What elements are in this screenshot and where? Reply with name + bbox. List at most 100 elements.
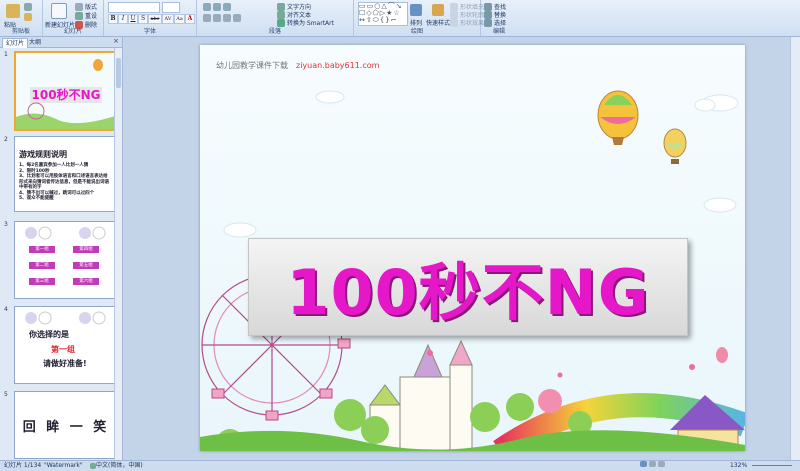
reset-label: 重设 — [85, 13, 98, 20]
slide-number: 4 — [4, 306, 8, 313]
thumb-5-title: 回 眸 一 笑 — [22, 420, 110, 435]
slides-pane: 幻灯片 大纲 × 1 100秒不NG 2 游戏规则说明 1、每2名嘉宾参加一人比… — [0, 37, 123, 460]
title-textbox[interactable]: 100秒不NG — [248, 238, 688, 336]
group-label-slides: 幻灯片 — [63, 28, 82, 35]
slide-thumb-frame[interactable]: 回 眸 一 笑 — [14, 391, 116, 459]
shadow-button[interactable]: S — [138, 14, 148, 24]
font-color-button[interactable]: A — [185, 14, 195, 24]
align-left-icon — [203, 14, 211, 22]
align-center-icon — [213, 14, 221, 22]
group-chip: 第一组 — [29, 246, 55, 253]
italic-button[interactable]: I — [118, 14, 128, 24]
new-slide-icon[interactable] — [51, 3, 67, 19]
sorter-view-icon[interactable] — [648, 461, 656, 467]
group-label-font: 字体 — [143, 28, 156, 35]
rule-line: 5、观众不能提醒 — [19, 196, 54, 201]
layout-icon — [75, 2, 83, 11]
layout-label: 版式 — [85, 4, 98, 11]
thumb-1-title: 100秒不NG — [31, 88, 101, 102]
group-chip: 第五组 — [73, 262, 99, 269]
slide-title: 100秒不NG — [286, 256, 650, 329]
quick-styles-button[interactable]: 快速样式 — [426, 4, 450, 27]
group-chip: 第二组 — [29, 262, 55, 269]
align-right-icon — [223, 14, 231, 22]
slide-number: 2 — [4, 136, 8, 143]
paste-icon[interactable] — [6, 4, 20, 18]
brush-icon — [24, 13, 32, 21]
justify-icon — [233, 14, 241, 22]
slideshow-view-icon[interactable] — [657, 461, 665, 467]
indent-icon — [223, 3, 231, 11]
editing-group: 查找 替换 选择 编辑 — [481, 0, 517, 36]
char-spacing-button[interactable]: AV — [162, 14, 174, 24]
quick-styles-icon — [432, 4, 444, 16]
slide-thumbnail-1[interactable]: 1 100秒不NG — [2, 51, 120, 131]
ribbon: 粘贴 剪贴板 新建幻灯片 版式 重设 删除 幻灯片 B I U S abc AV… — [0, 0, 800, 37]
thumb-2-title: 游戏规则说明 — [19, 150, 67, 159]
slide-thumb-frame[interactable]: 你选择的是 第一组 请做好准备! — [14, 306, 118, 384]
slide-thumbnail-4[interactable]: 4 你选择的是 第一组 请做好准备! — [2, 306, 118, 386]
slide-number: 1 — [4, 51, 8, 58]
thumb-3-circles — [25, 226, 106, 240]
close-icon[interactable]: × — [113, 37, 119, 45]
underline-button[interactable]: U — [128, 14, 138, 24]
reset-button[interactable]: 重设 — [75, 11, 97, 20]
shapes-gallery[interactable]: ▭▭○△⌒↘ ☐◇⬠▷★☆ ↔⇧⬭{}⌐ — [358, 2, 408, 26]
stage-scrollbar[interactable] — [790, 37, 800, 460]
header-url: ziyuan.baby611.com — [296, 61, 380, 70]
thumb-4-line-1: 你选择的是 — [29, 330, 69, 339]
tab-slides[interactable]: 幻灯片 — [2, 38, 29, 48]
pane-tabs: 幻灯片 大纲 × — [0, 37, 122, 48]
slide-thumbnail-3[interactable]: 3 第一组 第四组 第二组 第五组 第三组 第六组 — [2, 221, 118, 301]
paragraph-group: 文字方向 对齐文本 转换为 SmartArt 段落 — [197, 0, 354, 36]
group-chip: 第四组 — [73, 246, 99, 253]
font-group: B I U S abc AV Aa A 字体 — [104, 0, 197, 36]
thumb-4-circles — [25, 311, 106, 325]
status-bar: 幻灯片 1/134 "Watermark" 中文(简体，中国) 132% — [0, 460, 800, 471]
slide-thumb-frame[interactable]: 游戏规则说明 1、每2名嘉宾参加一人比划一人猜 2、限时100秒 3、比划者可以… — [14, 136, 116, 212]
slide-header: 幼儿园教学课件下载 ziyuan.baby611.com — [216, 60, 379, 71]
slide-thumb-frame[interactable]: 第一组 第四组 第二组 第五组 第三组 第六组 — [14, 221, 118, 299]
scroll-thumb[interactable] — [116, 58, 121, 88]
clipboard-group: 粘贴 剪贴板 — [0, 0, 43, 36]
layout-button[interactable]: 版式 — [75, 2, 97, 11]
slides-group: 新建幻灯片 版式 重设 删除 幻灯片 — [43, 0, 104, 36]
cut-icon — [24, 3, 32, 11]
numbering-icon — [213, 3, 221, 11]
slide-thumb-frame[interactable]: 100秒不NG — [14, 51, 120, 131]
font-name-dropdown[interactable] — [108, 2, 160, 13]
thumb-4-line-2: 第一组 — [51, 345, 75, 354]
tab-outline[interactable]: 大纲 — [26, 38, 44, 47]
format-painter-button[interactable] — [24, 13, 32, 21]
header-text: 幼儿园教学课件下载 — [216, 61, 288, 70]
group-chip: 第六组 — [73, 278, 99, 285]
normal-view-icon[interactable] — [640, 461, 647, 467]
bold-button[interactable]: B — [108, 14, 118, 24]
slide-number: 3 — [4, 221, 8, 228]
font-size-dropdown[interactable] — [162, 2, 180, 13]
balloon-pink — [716, 347, 728, 363]
zoom-slider[interactable] — [752, 465, 792, 466]
group-label-paragraph: 段落 — [268, 28, 281, 35]
slide-number: 5 — [4, 391, 8, 398]
group-chip: 第三组 — [29, 278, 55, 285]
slide-thumbnail-2[interactable]: 2 游戏规则说明 1、每2名嘉宾参加一人比划一人猜 2、限时100秒 3、比划者… — [2, 136, 116, 216]
rule-line: 3、比划者可以用肢体语言和口述语言表达给形式来向猜词者传达信息，但是不能说出词语… — [19, 174, 109, 190]
arrange-button[interactable]: 排列 — [410, 4, 422, 27]
thumb-2-rules: 1、每2名嘉宾参加一人比划一人猜 2、限时100秒 3、比划者可以用肢体语言和口… — [19, 163, 111, 202]
group-label-editing: 编辑 — [492, 28, 505, 35]
group-label-clipboard: 剪贴板 — [11, 28, 30, 35]
bullets-button[interactable] — [203, 3, 231, 11]
strikethrough-button[interactable]: abc — [148, 14, 162, 24]
change-case-button[interactable]: Aa — [174, 14, 185, 24]
arrange-icon — [410, 4, 422, 16]
current-slide[interactable]: 幼儿园教学课件下载 ziyuan.baby611.com 100秒不NG — [200, 45, 745, 451]
reset-icon — [75, 11, 83, 20]
align-buttons[interactable] — [203, 14, 241, 22]
cut-button[interactable] — [24, 3, 32, 11]
slide-editor: 幼儿园教学课件下载 ziyuan.baby611.com 100秒不NG — [124, 37, 800, 460]
slide-thumbnail-5[interactable]: 5 回 眸 一 笑 — [2, 391, 116, 460]
pane-scrollbar[interactable] — [114, 48, 122, 460]
thumb-4-line-3: 请做好准备! — [43, 359, 87, 368]
bullets-icon — [203, 3, 211, 11]
